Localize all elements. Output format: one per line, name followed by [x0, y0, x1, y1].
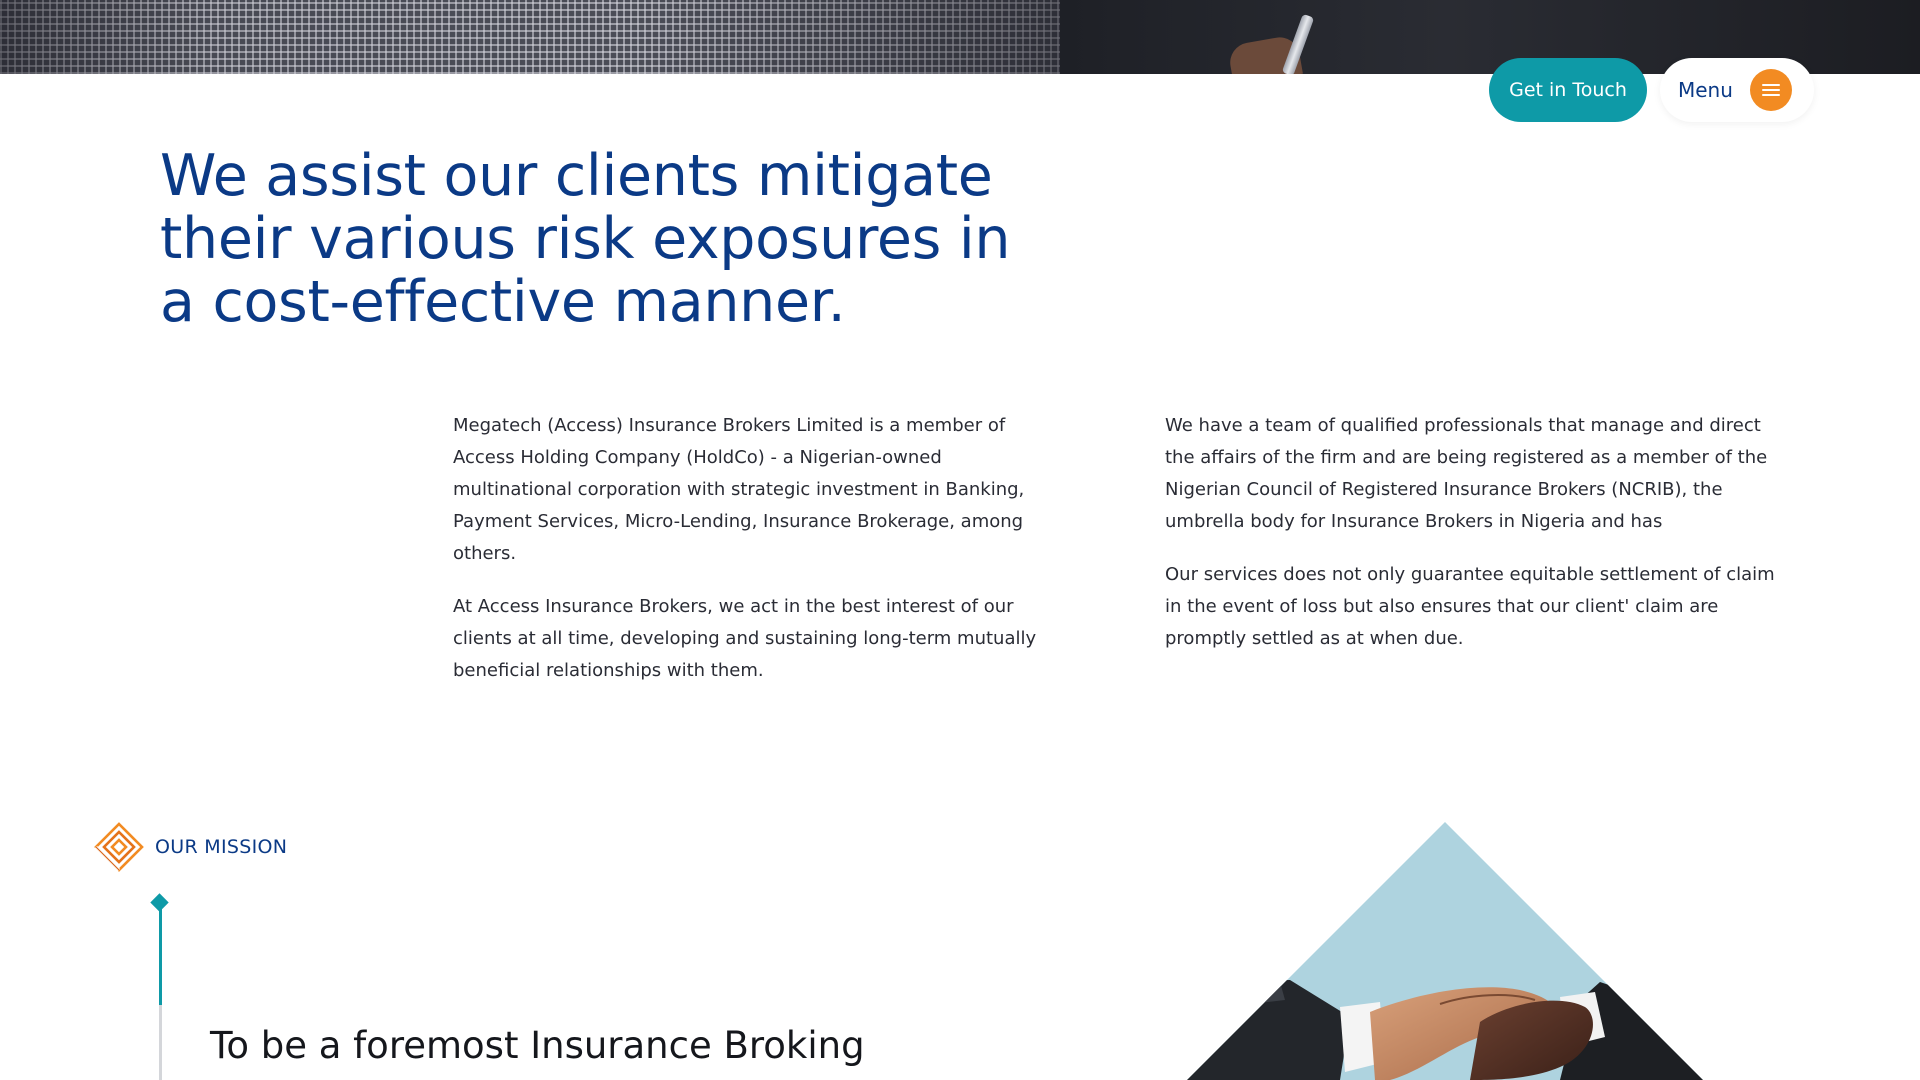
page-headline: We assist our clients mitigate their var… [160, 143, 1011, 335]
timeline-marker [150, 893, 169, 912]
timeline-line-track [159, 1005, 162, 1080]
diamond-logo-icon [94, 822, 144, 872]
menu-button[interactable]: Menu [1660, 58, 1814, 122]
about-paragraph: At Access Insurance Brokers, we act in t… [453, 596, 1037, 681]
about-paragraph: Megatech (Access) Insurance Brokers Limi… [453, 415, 1025, 564]
hamburger-icon[interactable] [1750, 69, 1792, 111]
menu-label: Menu [1678, 78, 1733, 102]
handshake-diamond-image [1125, 822, 1765, 1080]
get-in-touch-button[interactable]: Get in Touch [1489, 58, 1647, 122]
about-paragraph: Our services does not only guarantee equ… [1165, 564, 1775, 649]
about-left-column: Megatech (Access) Insurance Brokers Limi… [453, 410, 1053, 708]
about-paragraph: We have a team of qualified professional… [1165, 415, 1768, 532]
timeline-line [159, 905, 162, 1005]
mission-section-label: OUR MISSION [155, 836, 288, 858]
mission-statement: To be a foremost Insurance Broking [210, 1024, 865, 1067]
about-right-column: We have a team of qualified professional… [1165, 410, 1775, 676]
